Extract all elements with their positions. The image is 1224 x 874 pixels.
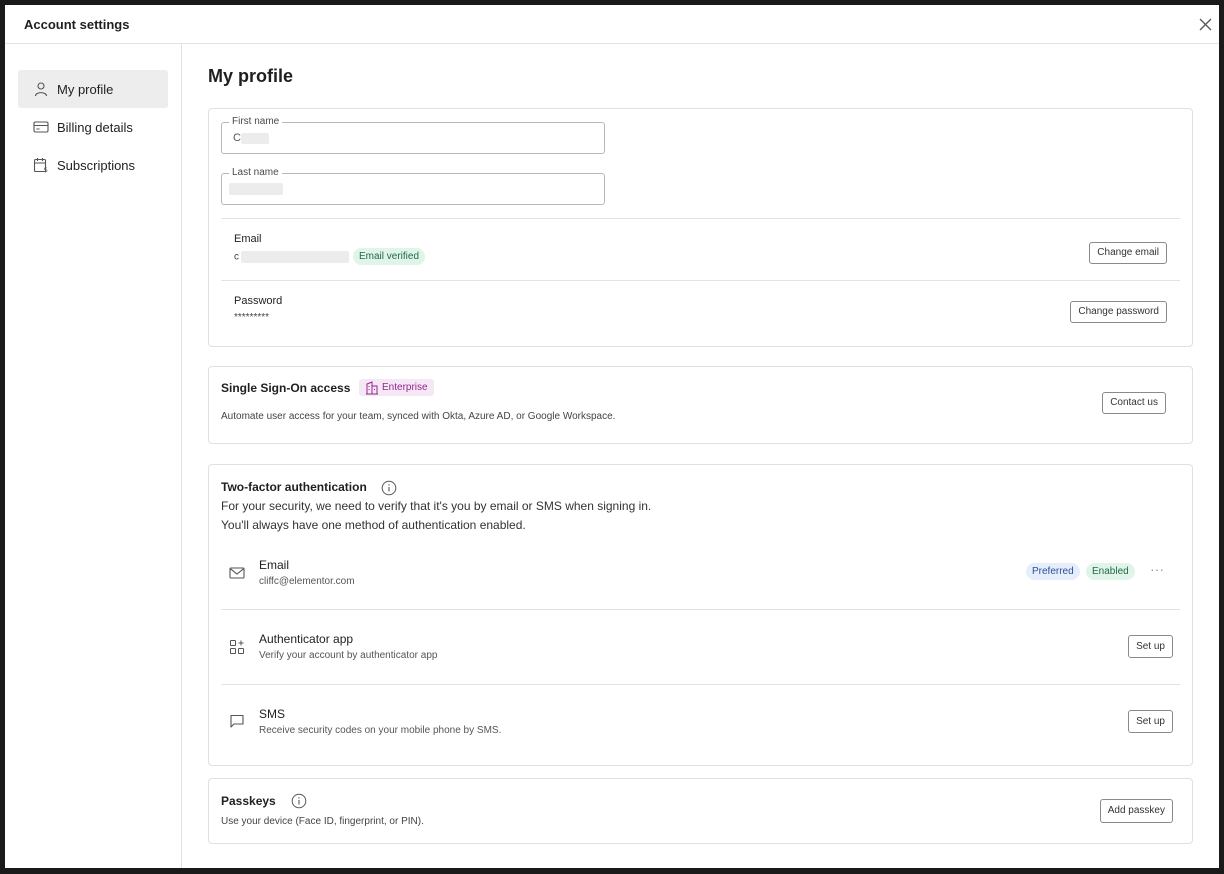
- enabled-badge: Enabled: [1086, 563, 1135, 580]
- main-content: My profile First name C Last name Email …: [208, 44, 1193, 868]
- method-sms-subtitle: Receive security codes on your mobile ph…: [259, 725, 502, 736]
- page-title: My profile: [208, 66, 294, 86]
- passkeys-card: Passkeys Use your device (Face ID, finge…: [208, 778, 1193, 844]
- info-icon[interactable]: [291, 793, 307, 809]
- sidebar-item-billing-details[interactable]: Billing details: [18, 108, 168, 146]
- method-app-subtitle: Verify your account by authenticator app: [259, 650, 438, 661]
- account-settings-modal: Account settings My profile Billing deta…: [5, 5, 1219, 868]
- divider: [221, 280, 1180, 281]
- redacted-text: [241, 251, 349, 263]
- email-label: Email: [234, 233, 262, 245]
- two-factor-card: Two-factor authentication For your secur…: [208, 464, 1193, 766]
- svg-text:$: $: [44, 166, 48, 173]
- mail-icon: [229, 565, 245, 581]
- method-sms-title: SMS: [259, 707, 286, 721]
- redacted-text: [240, 132, 269, 144]
- user-icon: [33, 81, 49, 97]
- first-name-text: C: [233, 132, 241, 144]
- email-text: c: [234, 251, 239, 263]
- divider: [221, 609, 1180, 610]
- profile-card: First name C Last name Email c Email ver…: [208, 108, 1193, 347]
- email-value: c: [234, 251, 349, 263]
- chat-bubble-icon: [229, 713, 245, 729]
- contact-us-button[interactable]: Contact us: [1102, 392, 1166, 414]
- divider: [221, 684, 1180, 685]
- credit-card-icon: [33, 119, 49, 135]
- sso-title: Single Sign-On access: [221, 381, 351, 395]
- building-icon: [366, 380, 378, 394]
- password-label: Password: [234, 295, 283, 307]
- sidebar-item-label: Billing details: [57, 119, 133, 135]
- more-options-icon[interactable]: ···: [1150, 561, 1164, 577]
- first-name-label: First name: [229, 116, 283, 127]
- modal-title: Account settings: [24, 16, 130, 32]
- two-factor-desc-line2: You'll always have one method of authent…: [221, 518, 526, 532]
- sidebar-item-label: Subscriptions: [57, 157, 136, 173]
- add-passkey-button[interactable]: Add passkey: [1099, 799, 1173, 823]
- change-password-button[interactable]: Change password: [1070, 301, 1167, 323]
- sidebar-item-my-profile[interactable]: My profile: [18, 70, 168, 108]
- modal-header: Account settings: [5, 5, 1219, 44]
- divider: [221, 218, 1180, 219]
- two-factor-desc-line1: For your security, we need to verify tha…: [221, 499, 652, 513]
- passkeys-title: Passkeys: [221, 794, 276, 808]
- sso-description: Automate user access for your team, sync…: [221, 411, 616, 422]
- preferred-badge: Preferred: [1026, 563, 1080, 580]
- setup-sms-button[interactable]: Set up: [1128, 710, 1173, 733]
- method-email-title: Email: [259, 558, 290, 572]
- enterprise-badge: Enterprise: [359, 379, 434, 396]
- sidebar-item-subscriptions[interactable]: $ Subscriptions: [18, 146, 168, 184]
- sso-card: Single Sign-On access Enterprise Automat…: [208, 366, 1193, 444]
- close-icon[interactable]: [1197, 16, 1213, 32]
- sidebar: My profile Billing details $ Subscriptio…: [5, 44, 182, 868]
- first-name-value: C: [233, 132, 269, 144]
- sidebar-item-label: My profile: [57, 81, 114, 97]
- apps-grid-icon: [229, 639, 245, 655]
- email-verified-badge: Email verified: [353, 248, 426, 265]
- two-factor-title: Two-factor authentication: [221, 480, 367, 494]
- last-name-field[interactable]: Last name: [221, 167, 605, 205]
- calendar-dollar-icon: $: [33, 157, 49, 173]
- setup-authenticator-button[interactable]: Set up: [1128, 635, 1173, 658]
- enterprise-label: Enterprise: [382, 382, 428, 393]
- method-app-title: Authenticator app: [259, 632, 354, 646]
- change-email-button[interactable]: Change email: [1089, 242, 1167, 264]
- password-value: *********: [234, 312, 270, 323]
- method-email-address: cliffc@elementor.com: [259, 576, 355, 587]
- info-icon[interactable]: [381, 480, 397, 496]
- last-name-label: Last name: [229, 167, 282, 178]
- redacted-text: [229, 183, 283, 196]
- passkeys-description: Use your device (Face ID, fingerprint, o…: [221, 816, 424, 827]
- first-name-field[interactable]: First name C: [221, 116, 605, 154]
- last-name-value: [229, 183, 283, 196]
